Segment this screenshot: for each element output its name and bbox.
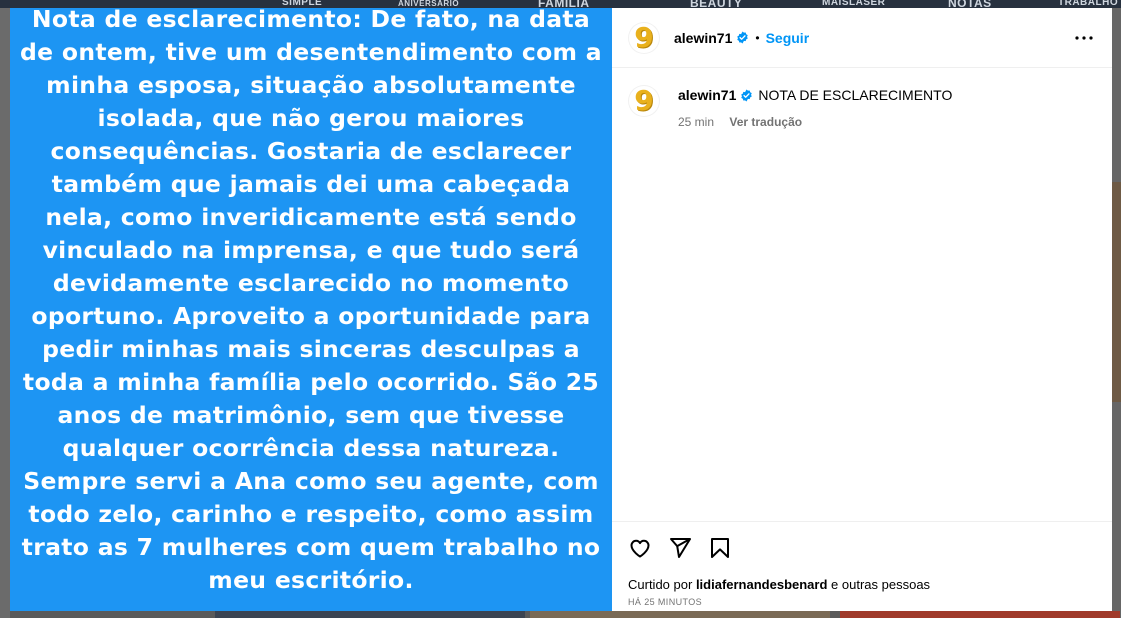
- post-time-ago[interactable]: HÁ 25 MINUTOS: [628, 597, 1096, 607]
- liked-suffix[interactable]: e outras pessoas: [831, 577, 930, 592]
- verified-badge-icon: [737, 31, 749, 44]
- action-bar: [628, 522, 1096, 574]
- avatar[interactable]: 9: [628, 85, 660, 117]
- background-tile-label: MAISLASER: [822, 0, 886, 8]
- background-tile-label: TRABALHO: [1058, 0, 1119, 8]
- follow-button[interactable]: Seguir: [766, 30, 810, 46]
- background-thumbnail: [530, 611, 830, 618]
- post-footer: Curtido por lidiafernandesbenard e outra…: [612, 521, 1112, 611]
- background-thumbnail: [215, 611, 525, 618]
- caption: 9 alewin71 NOTA DE ESCLARECIMENTO 25 min…: [628, 85, 1096, 129]
- avatar[interactable]: 9: [628, 20, 660, 54]
- bookmark-icon[interactable]: [708, 536, 732, 560]
- caption-username[interactable]: alewin71: [678, 87, 736, 103]
- verified-badge-icon: [741, 89, 753, 101]
- heart-icon[interactable]: [628, 536, 652, 560]
- post-modal: Nota de esclarecimento: De fato, na data…: [10, 5, 1112, 611]
- caption-text: NOTA DE ESCLARECIMENTO: [758, 87, 953, 103]
- post-media[interactable]: Nota de esclarecimento: De fato, na data…: [10, 5, 612, 611]
- caption-timestamp[interactable]: 25 min: [678, 115, 714, 129]
- caption-body: alewin71 NOTA DE ESCLARECIMENTO 25 min V…: [678, 85, 952, 129]
- post-image-text: Nota de esclarecimento: De fato, na data…: [20, 4, 602, 594]
- caption-line: alewin71 NOTA DE ESCLARECIMENTO: [678, 87, 952, 103]
- background-thumbnail: [1112, 182, 1121, 402]
- avatar-glyph: 9: [634, 84, 654, 117]
- post-header: 9 alewin71 • Seguir: [612, 8, 1112, 68]
- header-username[interactable]: alewin71: [674, 30, 732, 46]
- liked-by-user-link[interactable]: lidiafernandesbenard: [696, 577, 827, 592]
- comments-section: 9 alewin71 NOTA DE ESCLARECIMENTO 25 min…: [612, 68, 1112, 521]
- avatar-glyph: 9: [634, 20, 654, 54]
- share-icon[interactable]: [668, 536, 692, 560]
- more-options-icon[interactable]: [1072, 26, 1096, 50]
- liked-prefix: Curtido por: [628, 577, 693, 592]
- likes-summary: Curtido por lidiafernandesbenard e outra…: [628, 577, 1096, 592]
- see-translation-link[interactable]: Ver tradução: [729, 115, 802, 129]
- background-thumbnail: [840, 611, 1120, 618]
- caption-meta: 25 min Ver tradução: [678, 115, 952, 129]
- post-details-panel: 9 alewin71 • Seguir 9 alewin71 NOTA DE E…: [612, 8, 1112, 611]
- separator-dot: •: [755, 30, 760, 45]
- background-left-edge: [0, 8, 10, 618]
